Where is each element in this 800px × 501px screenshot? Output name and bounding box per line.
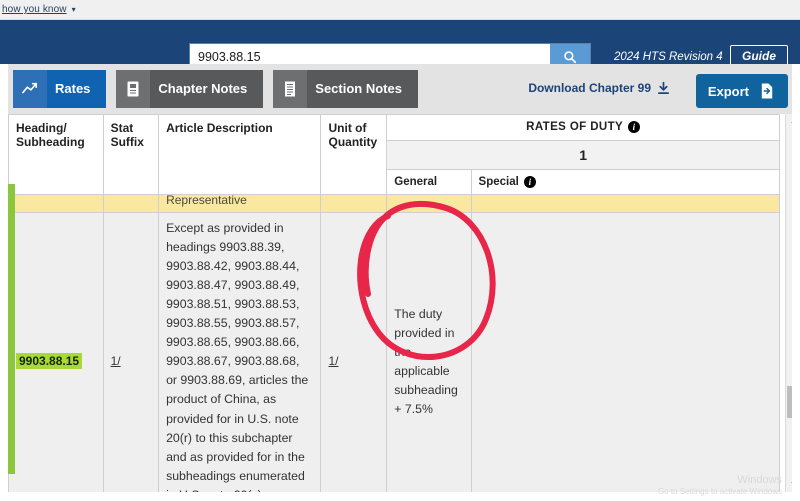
info-icon-special[interactable]: i [523,176,536,188]
download-icon [658,81,669,94]
document-lines-icon [273,70,308,108]
export-button[interactable]: Export [695,74,788,108]
cell-heading-partial [8,194,104,214]
scroll-down-arrow[interactable]: ▼ [786,477,792,492]
cell-article-partial: Representative [158,194,322,214]
tab-section-notes[interactable]: Section Notes [273,70,418,108]
windows-activation-watermark: Windows Go to Settings to activate Windo… [658,474,782,497]
export-file-icon [761,83,773,99]
tab-rates-label: Rates [47,70,107,108]
rates-table-area: Heading/ Subheading Stat Suffix Article … [8,114,792,492]
col-article-description: Article Description [158,114,322,196]
tab-section-notes-label: Section Notes [307,70,418,108]
unit-footnote[interactable]: 1/ [328,354,338,368]
cell-special-rate [470,212,781,492]
table-row[interactable]: 9903.88.15 1/ Except as provided in head… [8,212,781,492]
tab-chapter-notes[interactable]: Chapter Notes [116,70,264,108]
cell-unit-of-quantity: 1/ [320,212,388,492]
cell-general-rate: The duty provided in the applicable subh… [386,212,472,492]
vertical-scrollbar[interactable]: ▲ ▼ [785,114,792,492]
col-general: General [386,168,472,196]
cell-stat-partial [102,194,160,214]
cell-stat-suffix: 1/ [102,212,160,492]
download-chapter-label: Download Chapter 99 [528,81,651,95]
tab-chapter-notes-label: Chapter Notes [150,70,264,108]
chevron-down-icon[interactable]: ▾ [72,5,76,14]
toolbar: Rates Chapter Notes Section Notes Downlo… [8,64,792,114]
info-icon-rates-of-duty[interactable]: i [628,121,641,133]
cell-unit-partial [320,194,388,214]
cell-heading-subheading: 9903.88.15 [8,212,104,492]
col-unit-of-quantity: Unit of Quantity [320,114,388,196]
site-header: 2024 HTS Revision 4 Guide [0,20,800,70]
hts-rates-table: Heading/ Subheading Stat Suffix Article … [8,114,781,492]
col-rates-of-duty: RATES OF DUTY i [386,114,780,141]
col-special: Special i [470,168,781,196]
hts-revision-label: 2024 HTS Revision 4 [614,51,723,63]
gov-banner: how you know ▾ [0,0,800,20]
cell-special-partial [470,194,781,214]
table-header: Heading/ Subheading Stat Suffix Article … [8,114,781,196]
download-chapter-link[interactable]: Download Chapter 99 [528,81,670,95]
scroll-up-arrow[interactable]: ▲ [786,114,792,129]
col-stat-suffix: Stat Suffix [102,114,160,196]
notebook-icon [116,70,151,108]
row-highlight-marker-green [8,184,15,474]
col-heading-subheading: Heading/ Subheading [8,114,104,196]
table-body: Representative 9903.88.15 1/ Except as p… [8,194,781,492]
tab-rates[interactable]: Rates [13,70,107,108]
export-button-label: Export [707,83,749,99]
content-area: Rates Chapter Notes Section Notes Downlo… [0,64,800,501]
watermark-line1: Windows [737,474,782,487]
chart-line-icon [13,70,47,108]
cell-article-description: Except as provided in headings 9903.88.3… [158,212,322,492]
scrollbar-thumb[interactable] [787,386,792,418]
watermark-line2: Go to Settings to activate Windows [657,487,782,497]
col-rates-group-1: 1 [386,140,780,170]
table-row-partial[interactable]: Representative [8,194,781,214]
cell-general-partial [386,194,472,214]
stat-suffix-footnote[interactable]: 1/ [111,354,121,368]
hts-code-highlight: 9903.88.15 [16,353,83,370]
gov-banner-link[interactable]: how you know [2,4,67,15]
search-icon [564,51,577,64]
